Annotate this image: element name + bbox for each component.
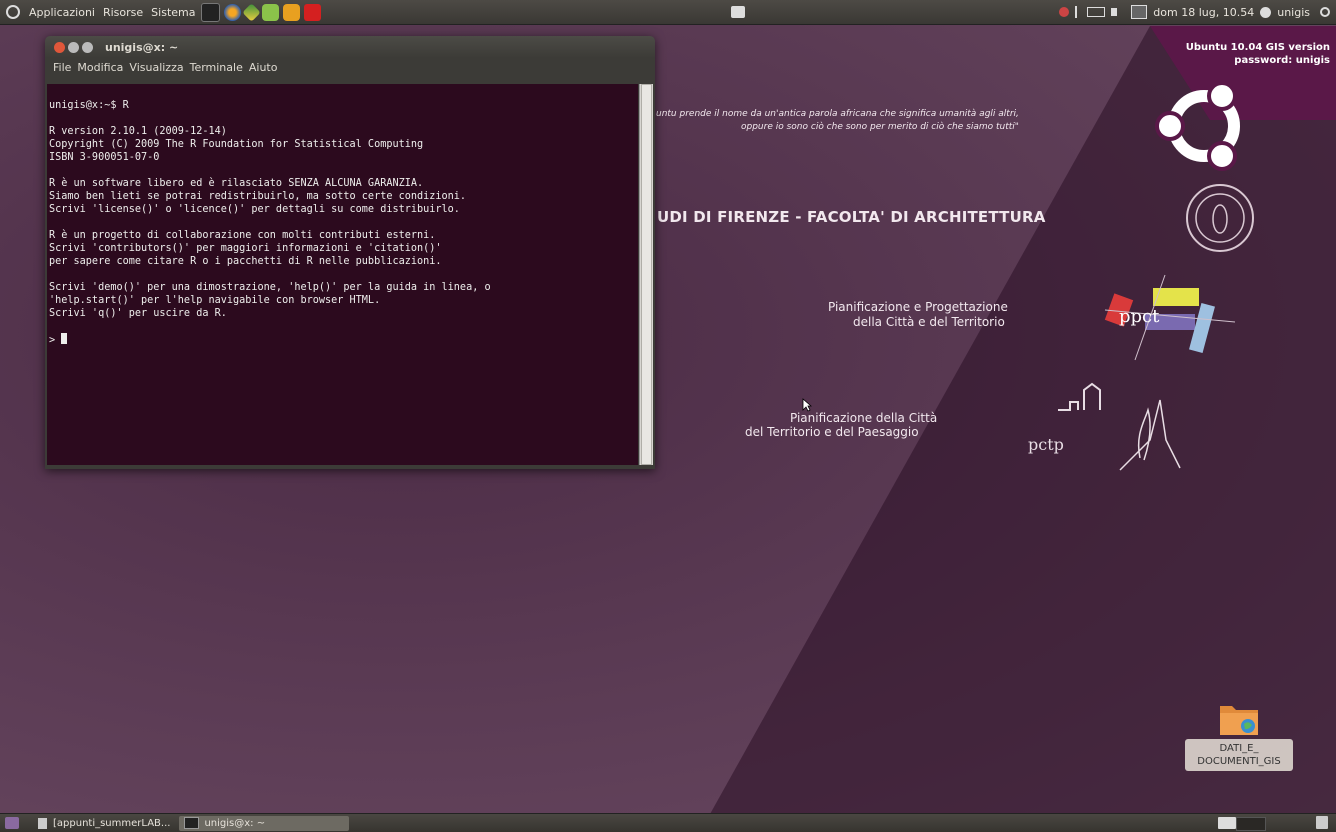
menu-applicazioni[interactable]: Applicazioni [25, 6, 99, 19]
battery-icon[interactable] [1087, 7, 1106, 17]
menu-risorse[interactable]: Risorse [99, 6, 147, 19]
ubuntu-version-label: Ubuntu 10.04 GIS version [1185, 42, 1330, 53]
ppct-logo-icon: ppct [1104, 274, 1236, 361]
terminal-line: R è un progetto di collaborazione con mo… [49, 230, 436, 241]
terminal-line: ​ [49, 164, 636, 177]
qgis-launcher-icon[interactable] [262, 3, 280, 21]
trash-icon[interactable] [1316, 816, 1328, 829]
terminal-line: R è un software libero ed è rilasciato S… [49, 178, 424, 189]
terminal-scrollbar[interactable] [639, 84, 653, 465]
wallpaper-ppct-line1: Pianificazione e Progettazione [828, 300, 1008, 314]
mail-icon[interactable] [1131, 5, 1148, 19]
menu-file[interactable]: File [50, 61, 74, 74]
terminal-launcher-icon[interactable] [201, 2, 221, 22]
university-seal-icon [1186, 184, 1254, 252]
volume-icon[interactable] [1111, 8, 1125, 16]
maximize-icon[interactable] [82, 41, 93, 53]
ppct-logo-text: ppct [1119, 306, 1160, 327]
terminal-titlebar[interactable]: unigis@x: ~ [45, 36, 655, 58]
folder-label-line2: DOCUMENTI_GIS [1197, 756, 1281, 767]
desktop-folder-dati-documenti-gis[interactable]: DATI_E_ DOCUMENTI_GIS [1185, 700, 1295, 775]
wallpaper-ppct-line2: della Città e del Territorio [853, 315, 1005, 329]
terminal-prompt: > [49, 335, 62, 346]
close-icon[interactable] [54, 41, 65, 53]
user-name[interactable]: unigis [1277, 6, 1310, 19]
wallpaper-quote-line1: untu prende il nome da un'antica parola … [656, 109, 1019, 119]
text-cursor [61, 333, 68, 344]
menu-terminale[interactable]: Terminale [187, 61, 246, 74]
terminal-menubar: File Modifica Visualizza Terminale Aiuto [45, 58, 655, 76]
user-icon[interactable] [1260, 6, 1272, 18]
task-terminal[interactable]: unigis@x: ~ [179, 815, 350, 831]
ubuntu-menu-icon[interactable] [6, 5, 20, 19]
menu-sistema[interactable]: Sistema [147, 6, 199, 19]
terminal-line: Siamo ben lieti se potrai redistribuirlo… [49, 191, 467, 202]
terminal-window[interactable]: unigis@x: ~ File Modifica Visualizza Ter… [45, 36, 655, 469]
task-label: unigis@x: ~ [204, 817, 266, 829]
app-launcher-icon-2[interactable] [283, 3, 301, 21]
terminal-line: unigis@x:~$ R [49, 100, 129, 111]
wallpaper-pctp-line2: del Territorio e del Paesaggio [745, 425, 919, 439]
terminal-line: Scrivi 'contributors()' per maggiori inf… [49, 243, 442, 254]
terminal-line: per sapere come citare R o i pacchetti d… [49, 256, 442, 267]
wallpaper-faculty-title: UDI DI FIRENZE - FACOLTA' DI ARCHITETTUR… [657, 208, 1046, 226]
show-desktop-icon[interactable] [5, 817, 19, 829]
folder-icon [1220, 706, 1258, 735]
power-icon[interactable] [1320, 7, 1330, 17]
workspace-switcher-2[interactable] [1236, 817, 1266, 831]
terminal-line: Scrivi 'demo()' per una dimostrazione, '… [49, 282, 491, 293]
ubuntu-logo-icon [1155, 81, 1240, 171]
terminal-output[interactable]: unigis@x:~$ R​R version 2.10.1 (2009-12-… [47, 84, 638, 465]
terminal-line: ISBN 3-900051-07-0 [49, 152, 160, 163]
mouse-pointer-icon [802, 398, 812, 412]
task-appunti-summerlab[interactable]: [appunti_summerLAB... [33, 816, 175, 831]
minimize-icon[interactable] [68, 41, 79, 53]
folder-label[interactable]: DATI_E_ DOCUMENTI_GIS [1185, 739, 1293, 771]
bluetooth-icon[interactable] [1075, 6, 1081, 18]
pctp-logo-text: pctp [1028, 435, 1064, 454]
update-icon[interactable] [1059, 7, 1070, 17]
top-panel: Applicazioni Risorse Sistema dom 18 lug,… [0, 0, 1336, 25]
firefox-launcher-icon[interactable] [224, 3, 242, 21]
app-launcher-icon[interactable] [242, 2, 262, 22]
clock[interactable]: dom 18 lug, 10.54 [1153, 6, 1254, 19]
terminal-title: unigis@x: ~ [105, 40, 179, 54]
terminal-line: ​ [49, 268, 636, 281]
wallpaper-quote-line2: oppure io sono ciò che sono per merito d… [741, 122, 1019, 132]
ubuntu-password-label: password: unigis [1234, 55, 1330, 66]
scrollbar-thumb[interactable] [641, 84, 652, 465]
pdf-launcher-icon[interactable] [304, 3, 322, 21]
network-center-icon[interactable] [731, 6, 745, 18]
terminal-line: ​ [49, 216, 636, 229]
terminal-line: Scrivi 'q()' per uscire da R. [49, 308, 227, 319]
pctp-logo-icon: pctp [1028, 382, 1181, 471]
terminal-prompt-line[interactable]: > [49, 333, 636, 347]
workspace-switcher[interactable] [1218, 817, 1236, 829]
bottom-panel: [appunti_summerLAB... unigis@x: ~ [0, 813, 1336, 832]
document-icon [38, 817, 47, 829]
menu-visualizza[interactable]: Visualizza [126, 61, 186, 74]
menu-modifica[interactable]: Modifica [74, 61, 126, 74]
terminal-line: Scrivi 'license()' o 'licence()' per det… [49, 204, 460, 215]
terminal-line: ​ [49, 320, 636, 333]
task-label: [appunti_summerLAB... [53, 817, 171, 829]
system-tray: dom 18 lug, 10.54 unigis [1059, 0, 1330, 24]
terminal-line: ​ [49, 112, 636, 125]
terminal-icon [184, 817, 200, 829]
wallpaper-pctp-line1: Pianificazione della Città [790, 411, 938, 425]
terminal-line: 'help.start()' per l'help navigabile con… [49, 295, 381, 306]
terminal-line: R version 2.10.1 (2009-12-14) [49, 126, 227, 137]
menu-aiuto[interactable]: Aiuto [246, 61, 281, 74]
folder-label-line1: DATI_E_ [1219, 743, 1259, 754]
terminal-line: Copyright (C) 2009 The R Foundation for … [49, 139, 424, 150]
